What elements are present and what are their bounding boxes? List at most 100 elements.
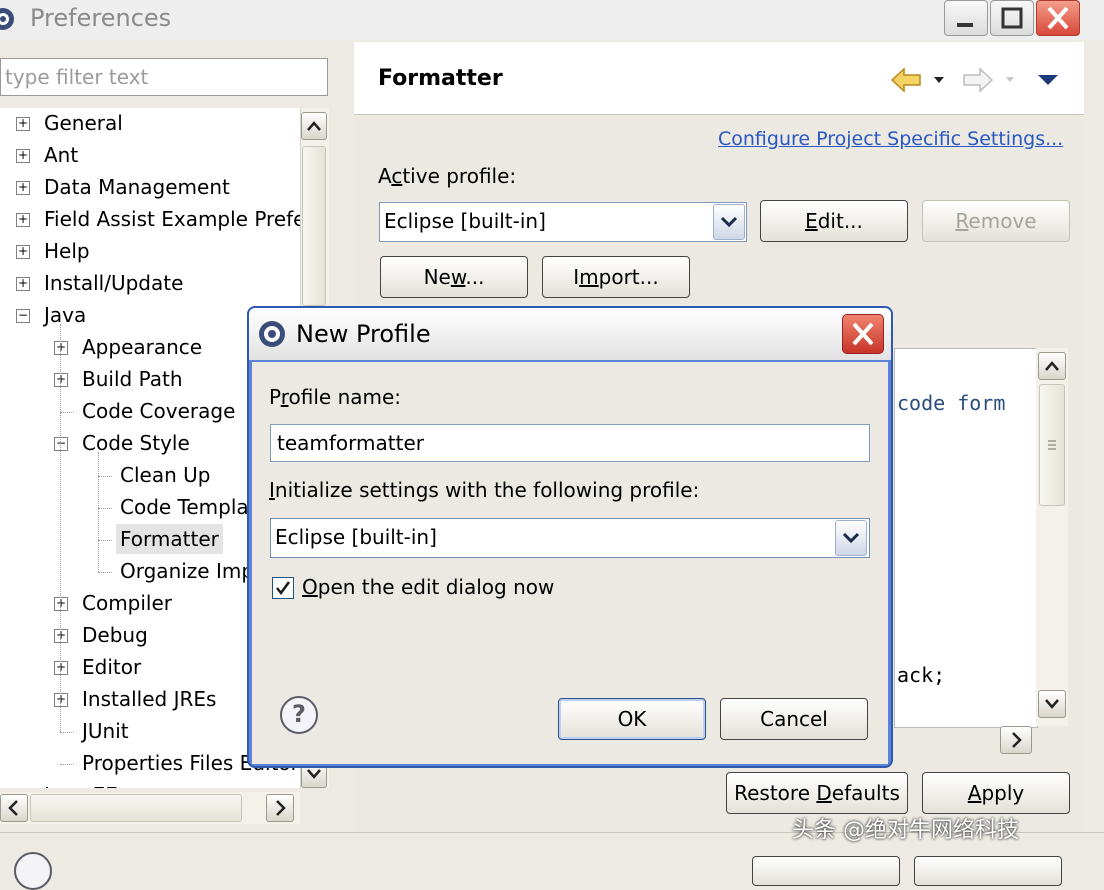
scroll-up-button[interactable]	[301, 112, 327, 140]
init-profile-select[interactable]: Eclipse [built-in]	[270, 518, 870, 558]
preview-line: code form	[897, 391, 1006, 415]
profile-name-input[interactable]: teamformatter	[270, 424, 870, 462]
expand-icon[interactable]: +	[54, 661, 68, 675]
tree-item[interactable]: Compiler	[82, 588, 172, 618]
expand-icon[interactable]: +	[16, 117, 30, 131]
chevron-right-icon	[1012, 732, 1022, 748]
maximize-button[interactable]	[990, 0, 1034, 36]
tree-item[interactable]: Code Coverage	[82, 396, 235, 426]
tree-item[interactable]: Editor	[82, 652, 141, 682]
chevron-up-icon	[307, 121, 321, 131]
import-button[interactable]: Import...	[542, 256, 690, 298]
expand-icon[interactable]: +	[54, 373, 68, 387]
open-edit-label[interactable]: Open the edit dialog now	[302, 575, 554, 599]
tree-item[interactable]: Field Assist Example Prefe	[44, 204, 300, 234]
back-button[interactable]	[890, 66, 950, 98]
chevron-down-icon	[842, 532, 860, 544]
chevron-up-icon	[1045, 361, 1059, 371]
tree-item[interactable]: Debug	[82, 620, 148, 650]
tree-item[interactable]: Build Path	[82, 364, 183, 394]
tree-item[interactable]: Help	[44, 236, 90, 266]
window-title: Preferences	[30, 4, 172, 32]
minimize-button[interactable]	[944, 0, 988, 36]
cancel-button-partial[interactable]	[914, 856, 1062, 886]
tree-item[interactable]: Installed JREs	[82, 684, 216, 714]
expand-icon[interactable]: +	[16, 245, 30, 259]
arrow-right-icon	[963, 67, 1014, 93]
window-close-button[interactable]	[1036, 0, 1080, 36]
active-profile-select[interactable]: Eclipse [built-in]	[379, 202, 747, 242]
filter-input[interactable]: type filter text	[0, 58, 328, 96]
help-icon[interactable]	[14, 852, 52, 890]
tree-item[interactable]: Organize Imp	[120, 556, 254, 586]
preview-scroll-down-button[interactable]	[1038, 690, 1066, 718]
tree-connector	[60, 732, 74, 733]
tree-item[interactable]: Ant	[44, 140, 78, 170]
window-title-bar: Preferences	[0, 0, 1104, 40]
restore-defaults-button[interactable]: Restore Defaults	[726, 772, 908, 814]
chevron-left-icon	[8, 800, 18, 816]
ok-button-partial[interactable]	[752, 856, 900, 886]
tree-item[interactable]: Java EE	[44, 780, 118, 788]
page-title: Formatter	[378, 66, 503, 91]
dialog-close-button[interactable]	[842, 314, 884, 354]
watermark: 头条 @绝对牛网络科技	[792, 818, 1019, 843]
forward-button[interactable]	[962, 66, 1022, 98]
tree-item[interactable]: Formatter	[116, 524, 223, 554]
profile-name-label: Profile name:	[269, 385, 402, 409]
preview-vertical-scrollbar[interactable]	[1036, 348, 1068, 726]
tree-guide-line	[98, 452, 99, 572]
tree-item[interactable]: Install/Update	[44, 268, 183, 298]
expand-icon[interactable]: +	[54, 693, 68, 707]
tree-item[interactable]: General	[44, 108, 123, 138]
tree-item[interactable]: Code Templa	[120, 492, 249, 522]
expand-icon[interactable]: +	[54, 341, 68, 355]
tree-horizontal-scrollbar[interactable]	[0, 792, 300, 824]
cancel-button[interactable]: Cancel	[720, 698, 868, 740]
scroll-left-button[interactable]	[0, 794, 28, 822]
active-profile-label: Active profile:	[378, 164, 517, 188]
tree-item[interactable]: Appearance	[82, 332, 202, 362]
dialog-app-icon	[259, 321, 285, 347]
tree-item[interactable]: Data Management	[44, 172, 230, 202]
expand-icon[interactable]: +	[16, 213, 30, 227]
configure-project-link[interactable]: Configure Project Specific Settings...	[718, 128, 1063, 150]
tree-item[interactable]: Clean Up	[120, 460, 210, 490]
close-icon	[1047, 6, 1069, 30]
close-icon	[852, 322, 874, 346]
scroll-right-button[interactable]	[266, 794, 294, 822]
chevron-down-icon	[720, 216, 738, 228]
minimize-icon	[957, 23, 973, 27]
expand-icon[interactable]: +	[16, 181, 30, 195]
preview-scroll-up-button[interactable]	[1038, 352, 1066, 380]
h-scroll-thumb[interactable]	[30, 794, 242, 822]
edit-button[interactable]: Edit...	[760, 200, 908, 242]
init-profile-value: Eclipse [built-in]	[275, 525, 437, 549]
expand-icon[interactable]: +	[16, 149, 30, 163]
collapse-icon[interactable]: −	[16, 309, 30, 323]
expand-icon[interactable]: +	[54, 597, 68, 611]
apply-button[interactable]: Apply	[922, 772, 1070, 814]
tree-item[interactable]: Java	[44, 300, 86, 330]
checkmark-icon	[276, 581, 291, 596]
preview-scroll-thumb[interactable]	[1039, 384, 1065, 506]
init-profile-dropdown-button[interactable]	[835, 520, 867, 556]
collapse-icon[interactable]: −	[54, 437, 68, 451]
tree-item[interactable]: JUnit	[82, 716, 129, 746]
arrow-left-icon	[890, 67, 944, 93]
help-button[interactable]: ?	[280, 696, 318, 734]
view-menu-button[interactable]	[1036, 72, 1060, 92]
preview-scroll-right-button[interactable]	[1000, 726, 1032, 754]
new-profile-button[interactable]: New...	[380, 256, 528, 298]
ok-button[interactable]: OK	[558, 698, 706, 740]
tree-connector	[98, 540, 112, 541]
scroll-thumb[interactable]	[302, 146, 326, 306]
expand-icon[interactable]: +	[54, 629, 68, 643]
active-profile-dropdown-button[interactable]	[713, 204, 745, 240]
code-preview: code form ack;	[894, 348, 1038, 728]
expand-icon[interactable]: +	[16, 277, 30, 291]
open-edit-checkbox[interactable]	[272, 577, 294, 599]
maximize-icon	[1001, 7, 1023, 29]
remove-button[interactable]: Remove	[922, 200, 1070, 242]
tree-connector	[98, 508, 112, 509]
